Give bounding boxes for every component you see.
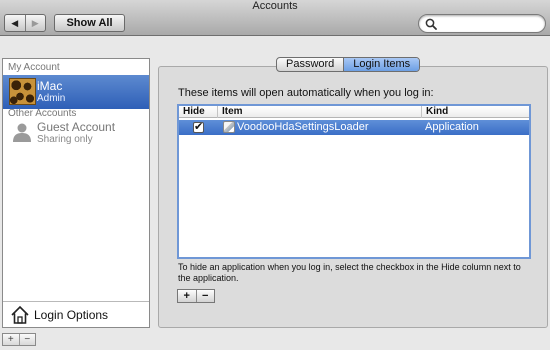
login-items-table[interactable]: Hide Item Kind ✔ VoodooHdaSettingsLoader… [177, 104, 531, 259]
search-icon [425, 18, 437, 30]
forward-button[interactable]: ▶ [24, 15, 46, 31]
remove-account-button[interactable]: − [18, 334, 36, 345]
account-name: iMac [37, 79, 63, 93]
account-role: Admin [37, 93, 66, 104]
add-login-item-button[interactable]: + [178, 290, 196, 302]
column-header-kind[interactable]: Kind [421, 106, 529, 118]
login-options-item[interactable]: Login Options [3, 301, 149, 327]
user-silhouette-icon [13, 123, 31, 142]
back-button[interactable]: ◀ [5, 15, 25, 31]
table-header: Hide Item Kind [179, 106, 529, 118]
application-icon [223, 121, 235, 133]
table-row[interactable]: ✔ VoodooHdaSettingsLoader Application [179, 120, 529, 135]
login-items-instructions: These items will open automatically when… [178, 87, 434, 99]
login-options-label: Login Options [34, 308, 109, 322]
add-account-button[interactable]: + [3, 334, 19, 345]
item-name: VoodooHdaSettingsLoader [237, 121, 369, 133]
my-account-header: My Account [8, 62, 60, 73]
guest-account-name: Guest Account [37, 120, 116, 134]
column-header-hide[interactable]: Hide [179, 106, 217, 118]
search-input[interactable] [439, 16, 539, 31]
house-icon [11, 305, 29, 324]
avatar-leopard-icon [9, 78, 36, 105]
accounts-sidebar: My Account iMac Admin Other Accounts Gue… [2, 58, 150, 328]
other-accounts-header: Other Accounts [8, 108, 77, 119]
column-header-item[interactable]: Item [217, 106, 421, 118]
search-field[interactable] [418, 14, 546, 33]
hide-checkbox[interactable]: ✔ [193, 121, 204, 133]
account-add-remove-group: + − [2, 333, 36, 346]
account-item-imac[interactable]: iMac Admin [3, 75, 149, 109]
login-item-add-remove-group: + − [177, 289, 215, 303]
checkmark-icon: ✔ [194, 121, 204, 133]
nav-button-group: ◀ ▶ [4, 14, 46, 32]
hide-hint-text: To hide an application when you log in, … [178, 262, 521, 283]
account-item-guest[interactable]: Guest Account Sharing only [3, 119, 149, 149]
tab-bar: Password Login Items [276, 57, 421, 72]
guest-account-role: Sharing only [37, 134, 93, 145]
window-title: Accounts [252, 0, 298, 12]
item-kind: Application [425, 121, 479, 133]
tab-password[interactable]: Password [277, 58, 343, 71]
tab-login-items[interactable]: Login Items [343, 58, 420, 71]
toolbar: Accounts ◀ ▶ Show All [0, 0, 550, 36]
show-all-button[interactable]: Show All [54, 14, 125, 32]
remove-login-item-button[interactable]: − [195, 290, 215, 302]
